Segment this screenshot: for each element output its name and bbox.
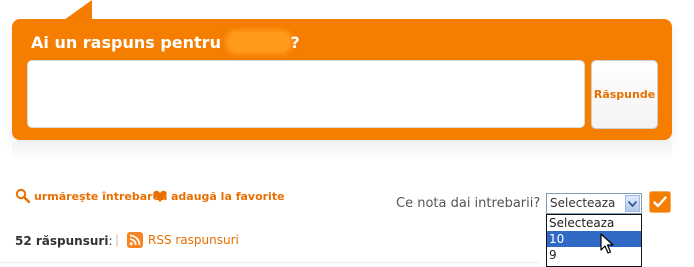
- follow-question-link[interactable]: urmăreşte întrebarea: [15, 188, 167, 204]
- redacted-username: [227, 32, 290, 52]
- answer-panel: Ai un raspuns pentru ? Răspunde: [12, 19, 672, 140]
- speech-pointer: [64, 0, 92, 20]
- answer-title-prefix: Ai un raspuns pentru: [31, 33, 227, 52]
- vote-option-9[interactable]: 9: [547, 247, 641, 263]
- answer-submit-button[interactable]: Răspunde: [591, 60, 658, 129]
- chevron-down-icon[interactable]: [625, 195, 640, 212]
- vote-submit-button[interactable]: [649, 191, 671, 213]
- answers-count-colon: :: [108, 234, 113, 248]
- separator: |: [115, 233, 120, 247]
- vote-select[interactable]: Selecteaza: [546, 193, 642, 214]
- mouse-cursor-icon: [600, 233, 614, 254]
- magnifier-icon: [15, 188, 31, 204]
- rss-icon: [127, 232, 143, 248]
- rss-link[interactable]: RSS raspunsuri: [127, 232, 239, 248]
- answer-textarea[interactable]: [27, 60, 585, 128]
- panel-shadow: [12, 143, 672, 161]
- vote-dropdown-list: Selecteaza 10 9: [546, 214, 642, 267]
- add-favorite-link[interactable]: adaugă la favorite: [152, 188, 285, 204]
- vote-option-selecteaza[interactable]: Selecteaza: [547, 215, 641, 231]
- checkmark-icon: [653, 196, 667, 208]
- follow-question-label: urmăreşte întrebarea: [34, 189, 168, 203]
- vote-label: Ce nota dai intrebarii?: [396, 196, 541, 211]
- answers-count: 52 răspunsuri:: [15, 234, 112, 248]
- answer-title-suffix: ?: [290, 33, 300, 52]
- vote-option-10[interactable]: 10: [547, 231, 641, 247]
- vote-select-value: Selecteaza: [550, 196, 616, 210]
- add-favorite-label: adaugă la favorite: [171, 189, 285, 203]
- answers-count-label: 52 răspunsuri: [15, 234, 109, 248]
- rss-label: RSS raspunsuri: [148, 233, 239, 247]
- answer-panel-title: Ai un raspuns pentru ?: [31, 32, 300, 52]
- divider: [0, 262, 540, 263]
- heart-icon: [153, 190, 167, 202]
